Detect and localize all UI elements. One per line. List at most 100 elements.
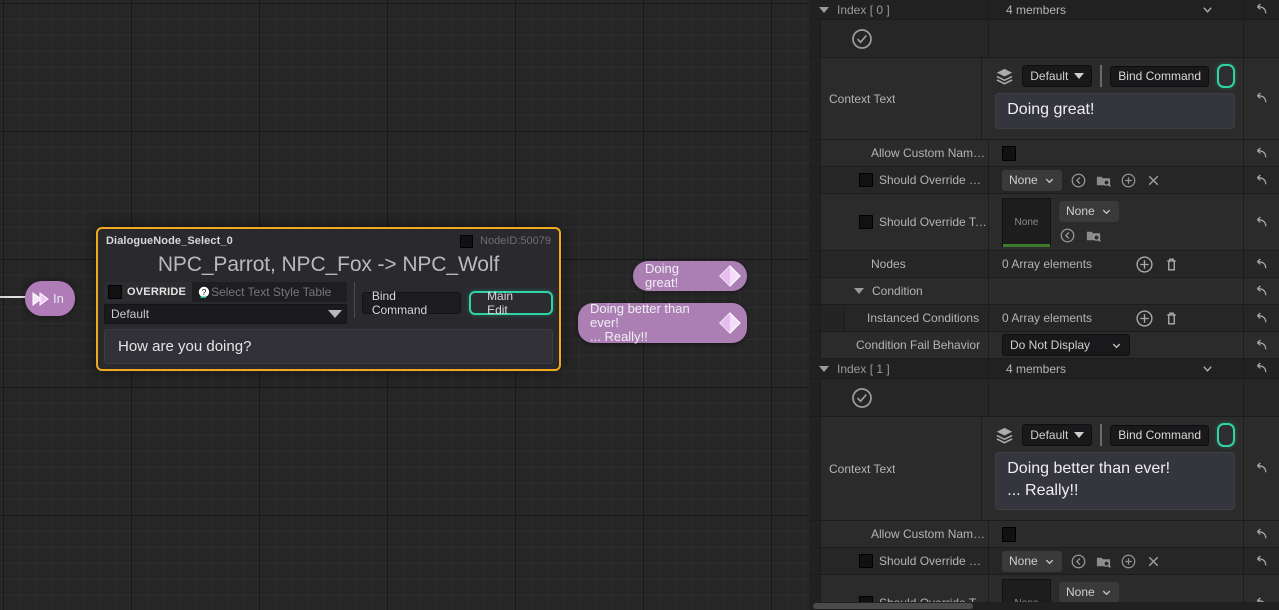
delete-all-icon[interactable] [1162, 255, 1181, 274]
expand-triangle-icon[interactable] [819, 6, 829, 13]
browse-to-asset-icon[interactable] [1095, 553, 1112, 570]
text-style-dropdown-value: Default [111, 307, 150, 321]
reset-to-default-button[interactable] [1243, 0, 1279, 19]
add-new-asset-icon[interactable] [1120, 172, 1137, 189]
blueprint-graph-canvas[interactable]: In Doing great! Doing better than ever! … [0, 0, 809, 610]
text-asset-dropdown[interactable]: None [1059, 200, 1119, 222]
text-style-dropdown[interactable]: Default [1022, 65, 1093, 87]
check-circle-icon[interactable] [851, 28, 873, 50]
should-override-dialogue-checkbox[interactable] [859, 173, 873, 187]
chevron-down-icon [1112, 343, 1121, 348]
help-question-icon[interactable]: ? [198, 286, 210, 298]
add-element-icon[interactable] [1135, 309, 1154, 328]
add-new-asset-icon[interactable] [1120, 553, 1137, 570]
asset-thumbnail[interactable]: None [1002, 197, 1051, 247]
option-node-text: Doing great! [645, 261, 679, 290]
override-checkbox[interactable] [108, 285, 122, 299]
nodes-array-row: Nodes 0 Array elements [809, 251, 1279, 278]
override-toggle[interactable]: OVERRIDE [104, 282, 193, 302]
condition-group-row[interactable]: Condition [809, 278, 1279, 305]
browse-to-asset-icon[interactable] [1095, 172, 1112, 189]
text-style-value: Default [1030, 69, 1069, 83]
main-edit-button[interactable]: Main Edit [469, 289, 553, 317]
scrollbar-thumb[interactable] [813, 603, 973, 609]
use-selected-asset-icon[interactable] [1070, 172, 1087, 189]
reset-to-default-button[interactable] [1243, 548, 1279, 574]
context-text-label: Context Text [829, 461, 896, 476]
reset-arrow-icon [1256, 147, 1267, 157]
reset-arrow-icon [1256, 258, 1267, 268]
array-index-header-row[interactable]: Index [ 0 ] 4 members [809, 0, 1279, 20]
clear-asset-icon[interactable] [1145, 553, 1162, 570]
chevron-down-icon[interactable] [1202, 4, 1213, 15]
bind-command-button[interactable]: Bind Command [1110, 65, 1209, 87]
condition-fail-behavior-value: Do Not Display [1010, 338, 1091, 352]
svg-text:?: ? [202, 287, 207, 297]
expand-triangle-icon[interactable] [819, 365, 829, 372]
browse-to-asset-icon[interactable] [1085, 227, 1102, 244]
chevron-down-icon[interactable] [1202, 363, 1213, 374]
option-node-text: Doing better than ever! ... Really!! [590, 301, 690, 344]
reset-to-default-button[interactable] [1243, 58, 1279, 139]
should-override-dialogue-checkbox[interactable] [859, 554, 873, 568]
allow-custom-namespace-label: Allow Custom Namespa... [871, 146, 988, 160]
array-index-header-row[interactable]: Index [ 1 ] 4 members [809, 359, 1279, 379]
reset-to-default-button[interactable] [1243, 278, 1279, 304]
output-pin-icon[interactable] [717, 310, 743, 336]
dialogue-asset-dropdown[interactable]: None [1002, 550, 1062, 572]
text-style-value: Default [1030, 428, 1069, 442]
details-horizontal-scrollbar[interactable] [809, 602, 1279, 610]
bind-command-button[interactable]: Bind Command [361, 289, 462, 317]
condition-fail-behavior-dropdown[interactable]: Do Not Display [1002, 334, 1130, 356]
allow-custom-namespace-checkbox[interactable] [1002, 526, 1016, 542]
option-node[interactable]: Doing better than ever! ... Really!! [578, 301, 747, 344]
edit-text-button[interactable] [1217, 423, 1235, 447]
reset-to-default-button[interactable] [1243, 140, 1279, 166]
delete-all-icon[interactable] [1162, 309, 1181, 328]
dialogue-asset-dropdown[interactable]: None [1002, 169, 1062, 191]
text-style-stack-icon[interactable] [995, 67, 1014, 86]
edit-text-button[interactable] [1217, 64, 1235, 88]
reset-arrow-icon [1256, 92, 1267, 103]
node-color-swatch[interactable] [460, 234, 474, 248]
text-asset-dropdown[interactable]: None [1059, 581, 1119, 603]
context-text-value[interactable]: Doing great! [995, 93, 1235, 129]
should-override-dialogue-row: Should Override Dia... None [809, 548, 1279, 575]
expand-triangle-icon[interactable] [854, 288, 864, 294]
reset-to-default-button[interactable] [1243, 251, 1279, 277]
clear-asset-icon[interactable] [1145, 172, 1162, 189]
allow-custom-namespace-checkbox[interactable] [1002, 145, 1016, 161]
index-label: Index [ 0 ] [837, 2, 890, 17]
reset-to-default-button[interactable] [1243, 167, 1279, 193]
instanced-conditions-label: Instanced Conditions [867, 311, 980, 325]
input-pin-node[interactable]: In [25, 281, 75, 316]
bind-command-button[interactable]: Bind Command [1110, 424, 1209, 446]
reset-arrow-icon [1256, 462, 1267, 473]
option-node[interactable]: Doing great! [633, 261, 747, 291]
text-asset-value: None [1066, 204, 1095, 218]
reset-to-default-button[interactable] [1243, 305, 1279, 331]
text-style-dropdown[interactable]: Default [1022, 424, 1093, 446]
output-pin-icon[interactable] [717, 263, 743, 289]
dialogue-node[interactable]: DialogueNode_Select_0 NodeID:50079 NPC_P… [96, 227, 561, 371]
entry-status-row [809, 20, 1279, 58]
reset-to-default-button[interactable] [1243, 359, 1279, 378]
reset-arrow-icon [1256, 285, 1267, 295]
details-panel[interactable]: Index [ 0 ] 4 members Context Text Defau… [809, 0, 1279, 610]
check-circle-icon[interactable] [851, 387, 873, 409]
use-selected-asset-icon[interactable] [1059, 227, 1076, 244]
context-text-value[interactable]: Doing better than ever! ... Really!! [995, 452, 1235, 510]
members-count-label: 4 members [1006, 2, 1067, 17]
reset-to-default-button[interactable] [1243, 417, 1279, 520]
text-style-stack-icon[interactable] [995, 426, 1014, 445]
add-element-icon[interactable] [1135, 255, 1154, 274]
dialogue-node-body-text[interactable]: How are you doing? [104, 329, 553, 364]
reset-to-default-button[interactable] [1243, 332, 1279, 358]
reset-to-default-button[interactable] [1243, 521, 1279, 547]
should-override-text-checkbox[interactable] [859, 215, 873, 229]
use-selected-asset-icon[interactable] [1070, 553, 1087, 570]
text-style-dropdown[interactable]: Default [104, 304, 347, 324]
should-override-dialogue-row: Should Override Dia... None [809, 167, 1279, 194]
reset-to-default-button[interactable] [1243, 194, 1279, 250]
context-text-row: Context Text Default Bind Command Doing … [809, 417, 1279, 521]
